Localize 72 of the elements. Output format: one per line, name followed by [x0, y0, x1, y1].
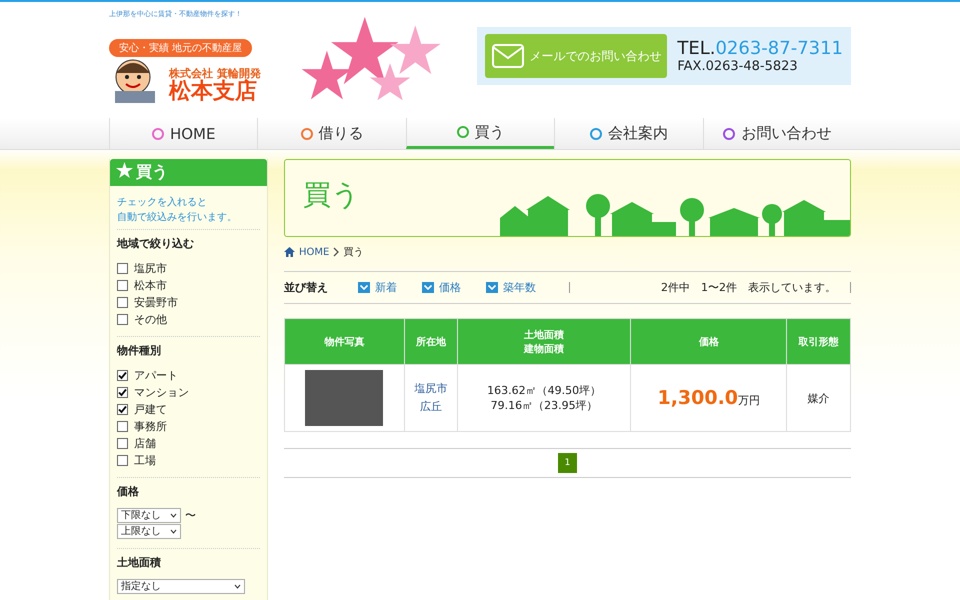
sidebar-title: 買う	[110, 159, 267, 186]
filter-checkbox[interactable]: 塩尻市	[117, 260, 167, 277]
caret-icon	[170, 513, 177, 518]
land-area-select[interactable]: 指定なし	[117, 579, 245, 594]
banner-title: 買う	[303, 177, 361, 213]
caret-icon	[234, 584, 241, 589]
sort-option[interactable]: 築年数	[486, 280, 536, 295]
checkbox-icon	[117, 404, 128, 415]
column-header: 所在地	[416, 336, 446, 348]
breadcrumb-current: 買う	[343, 246, 364, 259]
section-heading: 土地面積	[117, 555, 162, 570]
sort-option[interactable]: 新着	[358, 280, 397, 295]
checkbox-icon	[117, 314, 128, 325]
chevron-icon	[333, 247, 340, 257]
dropdown-icon	[486, 282, 498, 293]
price-unit: 万円	[738, 394, 760, 407]
filter-checkbox[interactable]: 事務所	[117, 418, 167, 435]
dropdown-icon	[422, 282, 434, 293]
location-link[interactable]: 塩尻市	[414, 380, 448, 398]
dropdown-icon	[358, 282, 370, 293]
checkbox-icon	[117, 263, 128, 274]
filter-note: チェックを入れると	[117, 196, 207, 210]
checkbox-icon	[117, 280, 128, 291]
star-icon	[116, 162, 133, 178]
price-value: 1,300.0	[657, 387, 738, 409]
filter-checkbox[interactable]: 安曇野市	[117, 294, 178, 311]
nav-tab[interactable]: 買う	[406, 118, 554, 149]
column-header: 価格	[698, 336, 719, 348]
slogan-badge: 安心・実績 地元の不動産屋	[109, 39, 252, 57]
location-link[interactable]: 広丘	[420, 398, 442, 416]
envelope-icon	[491, 43, 526, 69]
sort-option[interactable]: 価格	[422, 280, 461, 295]
tel-number: TEL.0263-87-7311	[677, 38, 843, 59]
nav-tab[interactable]: 借りる	[257, 118, 406, 149]
nav-tab[interactable]: HOME	[109, 118, 258, 149]
sort-label: 並び替え	[284, 280, 328, 295]
checkbox-icon	[117, 297, 128, 308]
page-button[interactable]: 1	[558, 453, 578, 473]
branch-name: 松本支店	[169, 81, 257, 103]
filter-checkbox[interactable]: 工場	[117, 452, 156, 469]
caret-icon	[170, 529, 177, 534]
column-header: 建物面積	[524, 342, 564, 356]
table-cell: 媒介	[808, 392, 830, 404]
nav-tab[interactable]: お問い合わせ	[702, 118, 852, 149]
filter-checkbox[interactable]: マンション	[117, 384, 189, 401]
checkbox-icon	[117, 455, 128, 466]
checkbox-icon	[117, 438, 128, 449]
fax-number: FAX.0263-48-5823	[677, 59, 799, 74]
checkbox-icon	[117, 387, 128, 398]
column-header: 土地面積	[524, 328, 564, 342]
company-name: 株式会社 箕輪開発	[169, 66, 261, 80]
filter-checkbox[interactable]: 松本市	[117, 277, 167, 294]
home-icon	[284, 247, 295, 257]
table-cell-text: 163.62㎡（49.50坪） 79.16㎡（23.95坪）	[486, 383, 602, 413]
column-header: 物件写真	[324, 336, 364, 348]
checkbox-icon	[117, 370, 128, 381]
filter-note: 自動で絞込みを行います。	[117, 210, 237, 224]
range-separator: 〜	[185, 508, 196, 523]
filter-checkbox[interactable]: 店舗	[117, 435, 156, 452]
filter-checkbox[interactable]: 戸建て	[117, 401, 167, 418]
price-min-select[interactable]: 下限なし	[117, 508, 181, 523]
section-heading: 価格	[117, 484, 140, 499]
filter-checkbox[interactable]: アパート	[117, 367, 178, 384]
nav-tab[interactable]: 会社案内	[554, 118, 703, 149]
result-count: 2件中 1〜2件 表示しています。	[661, 280, 836, 295]
price-max-select[interactable]: 上限なし	[117, 524, 181, 539]
section-heading: 物件種別	[117, 343, 162, 358]
breadcrumb-link[interactable]: HOME	[299, 246, 330, 258]
column-header: 取引形態	[798, 336, 839, 348]
checkbox-icon	[117, 421, 128, 432]
filter-checkbox[interactable]: その他	[117, 311, 167, 328]
section-heading: 地域で絞り込む	[117, 236, 195, 251]
